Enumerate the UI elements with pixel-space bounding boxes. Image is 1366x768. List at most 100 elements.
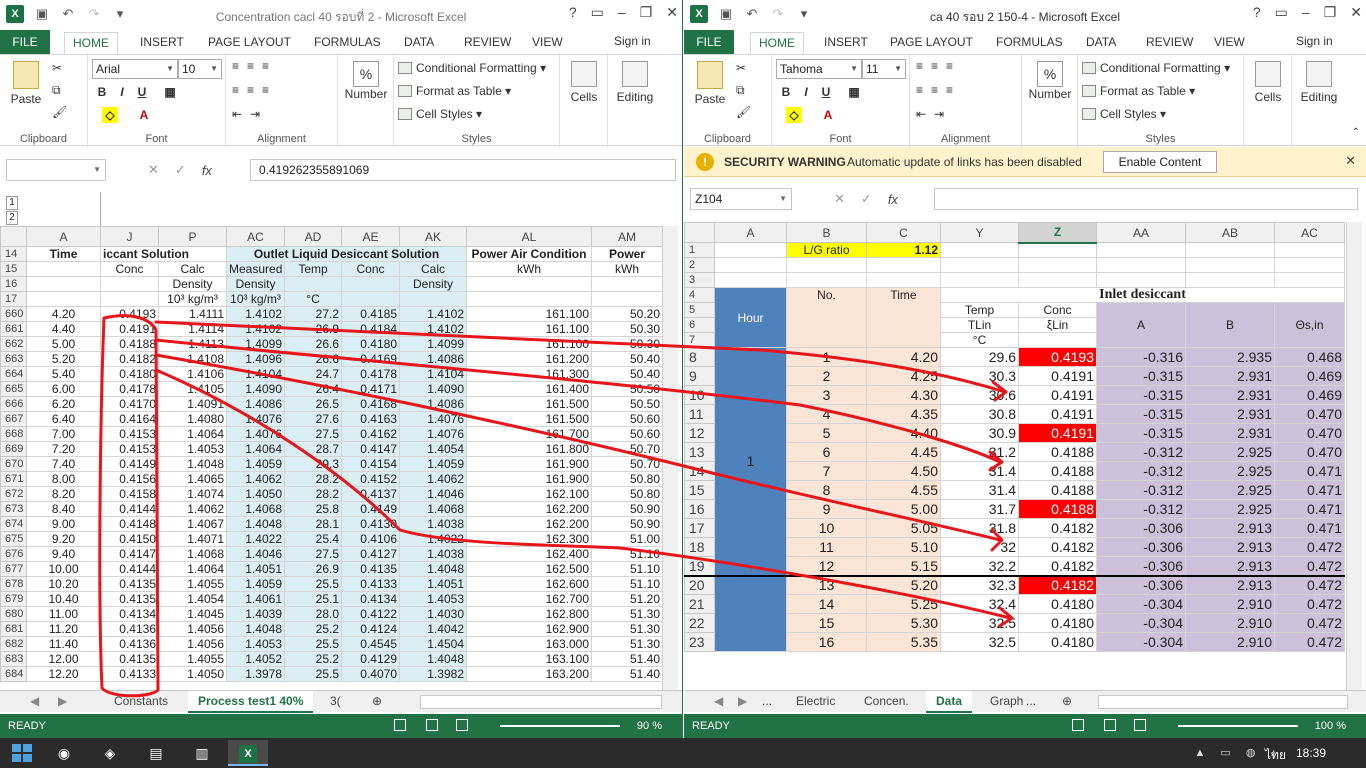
data-cell[interactable]: 0.4154 (341, 456, 400, 472)
column-header[interactable]: J (100, 226, 159, 247)
data-cell[interactable]: 28.7 (284, 441, 342, 457)
header-cell[interactable]: Density (399, 276, 467, 292)
data-cell[interactable]: 31.2 (940, 442, 1019, 462)
data-cell[interactable]: 0.4164 (100, 411, 159, 427)
data-cell[interactable]: 25.2 (284, 651, 342, 667)
row-header[interactable]: 681 (0, 621, 27, 637)
data-cell[interactable]: 0.4180 (100, 366, 159, 382)
data-cell[interactable]: 161.900 (466, 471, 592, 487)
minimize-icon[interactable]: – (618, 4, 626, 21)
tab-formulas[interactable]: FORMULAS (988, 32, 1071, 54)
data-cell[interactable]: 5.30 (866, 613, 941, 633)
data-cell[interactable]: 1.4048 (226, 621, 285, 637)
tlin-header[interactable]: TLin (940, 317, 1019, 333)
data-cell[interactable]: 51.10 (591, 576, 663, 592)
row-header[interactable]: 23 (684, 632, 715, 652)
row-header[interactable]: 16 (0, 276, 27, 292)
column-header[interactable]: AE (341, 226, 400, 247)
data-cell[interactable]: 0.471 (1274, 499, 1345, 519)
data-cell[interactable]: 4.20 (866, 347, 941, 367)
data-cell[interactable]: 0.471 (1274, 461, 1345, 481)
new-sheet-icon[interactable]: ⊕ (1052, 691, 1082, 713)
data-cell[interactable]: 0.4135 (100, 576, 159, 592)
row-header[interactable]: 678 (0, 576, 27, 592)
data-cell[interactable]: 24.7 (284, 366, 342, 382)
editing-button[interactable]: Editing (1294, 61, 1344, 104)
data-cell[interactable]: 162.100 (466, 486, 592, 502)
data-cell[interactable]: 0.4163 (341, 411, 400, 427)
data-cell[interactable]: 29.6 (940, 347, 1019, 367)
data-cell[interactable]: 0.472 (1274, 613, 1345, 633)
data-cell[interactable]: 0.470 (1274, 442, 1345, 462)
data-cell[interactable]: 1.4054 (399, 441, 467, 457)
paste-button[interactable]: Paste (692, 61, 728, 106)
cut-icon[interactable]: ✂ (736, 61, 746, 75)
data-cell[interactable]: 0.4148 (100, 516, 159, 532)
data-cell[interactable]: 0.4144 (100, 501, 159, 517)
data-cell[interactable]: 26.4 (284, 381, 342, 397)
conc-cell[interactable]: 0.4188 (1018, 480, 1097, 500)
sign-in-link[interactable]: Sign in (1296, 34, 1333, 48)
row-header[interactable]: 6 (684, 317, 715, 333)
normal-view-icon[interactable] (1072, 719, 1084, 731)
row-header[interactable]: 665 (0, 381, 27, 397)
data-cell[interactable]: 1.4091 (158, 396, 227, 412)
conc-cell[interactable]: 0.4191 (1018, 404, 1097, 424)
data-cell[interactable]: 1.4090 (226, 381, 285, 397)
data-cell[interactable]: 12.20 (26, 666, 101, 682)
data-cell[interactable]: 5 (786, 423, 867, 443)
data-cell[interactable]: 1.4053 (399, 591, 467, 607)
data-cell[interactable]: 5.25 (866, 594, 941, 614)
tab-page-layout[interactable]: PAGE LAYOUT (882, 32, 981, 54)
column-header[interactable]: AM (591, 226, 663, 247)
data-cell[interactable]: 1.4108 (158, 351, 227, 367)
data-cell[interactable]: 162.900 (466, 621, 592, 637)
data-cell[interactable]: 1.4048 (158, 456, 227, 472)
hour-header[interactable]: Hour (714, 287, 787, 348)
column-header[interactable]: AK (399, 226, 467, 247)
data-cell[interactable]: 0.4156 (100, 471, 159, 487)
data-cell[interactable]: 0.4149 (100, 456, 159, 472)
conc-cell[interactable]: 0.4188 (1018, 461, 1097, 481)
row-header[interactable]: 5 (684, 302, 715, 318)
degc-header[interactable]: °C (940, 332, 1019, 348)
data-cell[interactable]: 4.30 (866, 385, 941, 405)
cell[interactable] (1274, 242, 1345, 258)
row-header[interactable]: 679 (0, 591, 27, 607)
data-cell[interactable]: 50.40 (591, 366, 663, 382)
conc-cell[interactable]: 0.4182 (1018, 556, 1097, 576)
data-cell[interactable]: 10 (786, 518, 867, 538)
enable-content-button[interactable]: Enable Content (1103, 151, 1217, 173)
data-cell[interactable]: 1.4111 (158, 306, 227, 322)
format-as-table-button[interactable]: Format as Table ▾ (398, 84, 511, 98)
data-cell[interactable]: 5.10 (866, 537, 941, 557)
data-cell[interactable]: 2.931 (1185, 404, 1275, 424)
close-icon[interactable]: ✕ (1345, 153, 1356, 169)
coef-a-header[interactable]: A (1096, 302, 1186, 348)
data-cell[interactable]: 163.200 (466, 666, 592, 682)
data-cell[interactable]: -0.316 (1096, 347, 1186, 367)
conc-cell[interactable]: 0.4182 (1018, 574, 1097, 595)
row-header[interactable]: 3 (684, 272, 715, 288)
row-header[interactable]: 671 (0, 471, 27, 487)
borders-icon[interactable]: ▦ (162, 84, 178, 100)
data-cell[interactable]: 161.900 (466, 456, 592, 472)
data-cell[interactable]: 0.4158 (100, 486, 159, 502)
row-header[interactable]: 677 (0, 561, 27, 577)
enter-icon[interactable]: ✓ (175, 162, 186, 178)
sheet-tab-more-right[interactable]: ... (1016, 691, 1046, 713)
column-header[interactable]: AD (284, 226, 342, 247)
header-cell[interactable]: Conc (100, 261, 159, 277)
data-cell[interactable]: 6 (786, 442, 867, 462)
column-header[interactable]: AC (226, 226, 285, 247)
data-cell[interactable]: 1.4090 (399, 381, 467, 397)
data-cell[interactable]: 50.80 (591, 486, 663, 502)
header-cell[interactable]: Power (591, 246, 663, 262)
data-cell[interactable]: -0.315 (1096, 385, 1186, 405)
sheet-tab-constants[interactable]: Constants (104, 691, 178, 713)
header-cell[interactable] (591, 276, 663, 292)
data-cell[interactable]: 0.4162 (341, 426, 400, 442)
data-cell[interactable]: -0.304 (1096, 613, 1186, 633)
data-cell[interactable]: 25.2 (284, 621, 342, 637)
row-header[interactable]: 15 (684, 480, 715, 500)
